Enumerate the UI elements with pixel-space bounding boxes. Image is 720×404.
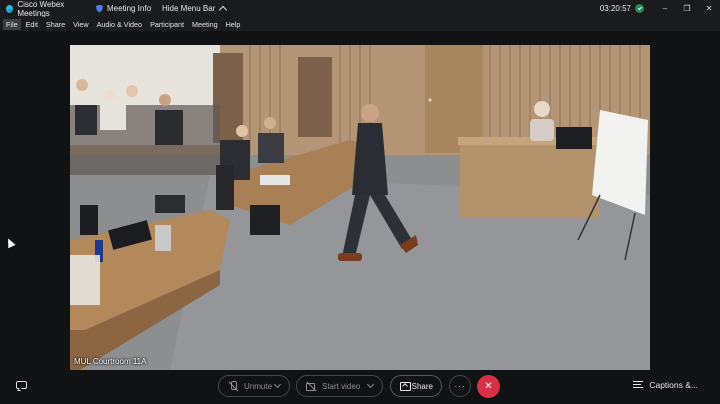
share-screen-icon [400, 381, 411, 391]
captions-label: Captions &... [649, 380, 698, 390]
captions-button[interactable]: Captions &... [633, 380, 698, 390]
meeting-controls-bar: Unmute Start video Share ··· ✕ Captions … [0, 372, 720, 404]
start-video-button[interactable]: Start video [296, 375, 383, 397]
start-video-label: Start video [322, 381, 361, 391]
menu-edit[interactable]: Edit [23, 19, 41, 30]
chevron-up-icon [219, 5, 228, 15]
title-bar: Cisco Webex Meetings Meeting Info Hide M… [0, 0, 720, 18]
meeting-info-button[interactable]: Meeting Info [92, 4, 158, 13]
camera-off-icon [306, 381, 316, 391]
app-title: Cisco Webex Meetings [17, 0, 65, 18]
connection-status-icon [635, 4, 644, 13]
mouse-cursor-icon [4, 236, 16, 249]
more-options-button[interactable]: ··· [449, 375, 471, 397]
menu-audio-video[interactable]: Audio & Video [94, 19, 145, 30]
meeting-clock: 03:20:57 [599, 4, 631, 13]
end-meeting-button[interactable]: ✕ [477, 375, 500, 398]
video-stage[interactable]: MUL Courtroom 11A [70, 45, 650, 370]
microphone-muted-icon [228, 381, 238, 391]
captions-icon [633, 381, 644, 389]
video-options-chevron-icon[interactable] [366, 380, 375, 389]
hide-menu-bar-button[interactable]: Hide Menu Bar [158, 4, 228, 15]
courtroom-video-feed [70, 45, 650, 370]
participant-name-label: MUL Courtroom 11A [74, 357, 147, 366]
hide-menu-bar-label: Hide Menu Bar [162, 4, 216, 13]
unmute-button[interactable]: Unmute [218, 375, 290, 397]
unmute-label: Unmute [244, 381, 273, 391]
chat-button[interactable] [15, 380, 29, 392]
maximize-button[interactable]: ❐ [676, 0, 698, 17]
shield-icon [96, 4, 103, 13]
menu-participant[interactable]: Participant [147, 19, 187, 30]
close-window-button[interactable]: ✕ [698, 0, 720, 17]
menu-file[interactable]: File [3, 18, 21, 30]
title-bar-right: 03:20:57 – ❐ ✕ [600, 0, 720, 17]
chat-bubble-tail [17, 388, 22, 391]
app-title-area: Cisco Webex Meetings [0, 0, 92, 18]
menu-view[interactable]: View [70, 19, 91, 30]
menu-help[interactable]: Help [223, 19, 244, 30]
menu-meeting[interactable]: Meeting [189, 19, 221, 30]
unmute-options-chevron-icon[interactable] [273, 380, 282, 389]
minimize-button[interactable]: – [654, 0, 676, 17]
menu-share[interactable]: Share [43, 19, 68, 30]
menu-bar: File Edit Share View Audio & Video Parti… [0, 17, 720, 31]
webex-logo-icon [6, 4, 14, 13]
meeting-info-label: Meeting Info [107, 4, 152, 13]
share-button[interactable]: Share [390, 375, 442, 397]
share-label: Share [411, 381, 433, 391]
